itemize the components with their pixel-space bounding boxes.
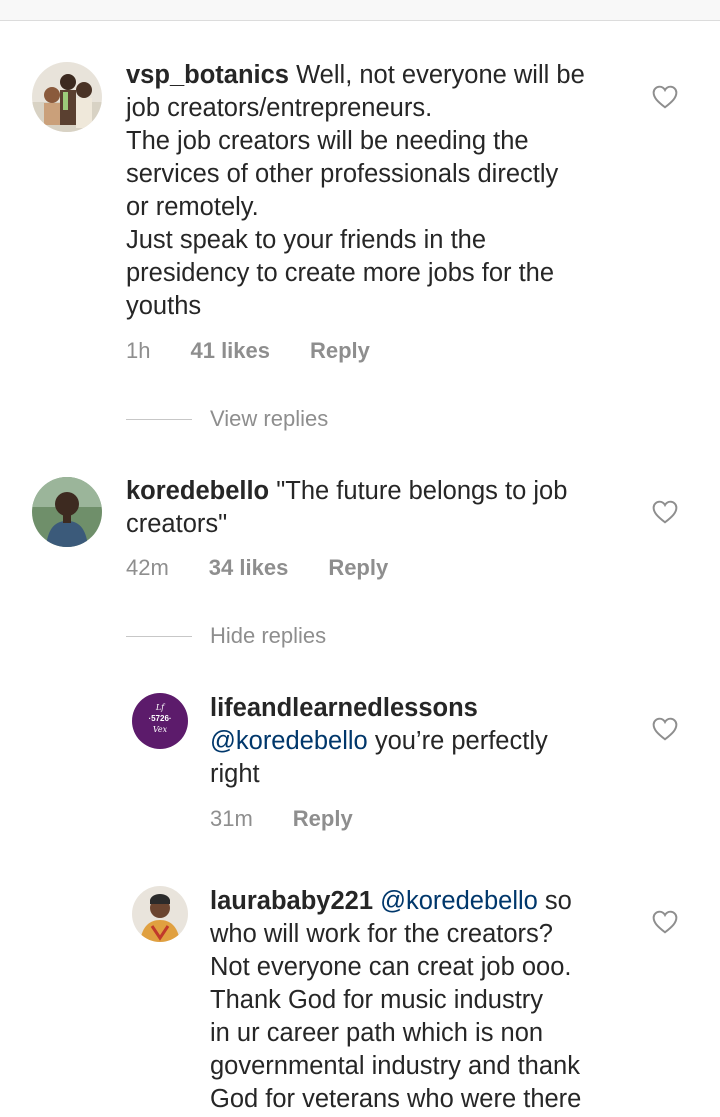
reply-text: laurababy221 @koredebello so who will wo… <box>210 887 582 1113</box>
mention-link[interactable]: @koredebello <box>380 887 538 915</box>
reply-username[interactable]: lifeandlearnedlessons <box>210 694 478 722</box>
comment-meta: 1h 41 likes Reply <box>126 338 370 364</box>
avatar-text: Vex <box>152 725 168 734</box>
avatar[interactable] <box>32 62 102 132</box>
comment-text: koredebello "The future belongs to job c… <box>126 477 568 538</box>
comment-username[interactable]: vsp_botanics <box>126 61 289 89</box>
reply-meta: 31m Reply <box>210 806 353 832</box>
comment-username[interactable]: koredebello <box>126 477 269 505</box>
avatar-text: Lf <box>155 703 165 712</box>
reply-text: lifeandlearnedlessons @koredebello you’r… <box>210 694 548 788</box>
view-replies-button[interactable]: View replies <box>126 406 328 432</box>
top-bar <box>0 0 720 21</box>
likes-count[interactable]: 41 likes <box>190 338 270 364</box>
reply-username[interactable]: laurababy221 <box>210 887 373 915</box>
comment-text: vsp_botanics Well, not everyone will be … <box>126 61 585 320</box>
avatar-text: ·5726· <box>148 714 172 723</box>
thread-line <box>126 635 192 637</box>
timestamp: 42m <box>126 555 169 580</box>
avatar[interactable]: Lf ·5726· Vex <box>132 693 188 749</box>
reply-button[interactable]: Reply <box>293 806 353 832</box>
timestamp: 31m <box>210 806 253 831</box>
thread-line <box>126 418 192 420</box>
comment-meta: 42m 34 likes Reply <box>126 555 388 581</box>
like-heart-icon[interactable] <box>652 717 678 741</box>
avatar[interactable] <box>32 477 102 547</box>
hide-replies-button[interactable]: Hide replies <box>126 623 326 649</box>
reply-button[interactable]: Reply <box>328 555 388 581</box>
like-heart-icon[interactable] <box>652 910 678 934</box>
likes-count[interactable]: 34 likes <box>209 555 289 581</box>
like-heart-icon[interactable] <box>652 85 678 109</box>
like-heart-icon[interactable] <box>652 500 678 524</box>
avatar[interactable] <box>132 886 188 942</box>
mention-link[interactable]: @koredebello <box>210 727 368 755</box>
timestamp: 1h <box>126 338 151 363</box>
reply-button[interactable]: Reply <box>310 338 370 364</box>
